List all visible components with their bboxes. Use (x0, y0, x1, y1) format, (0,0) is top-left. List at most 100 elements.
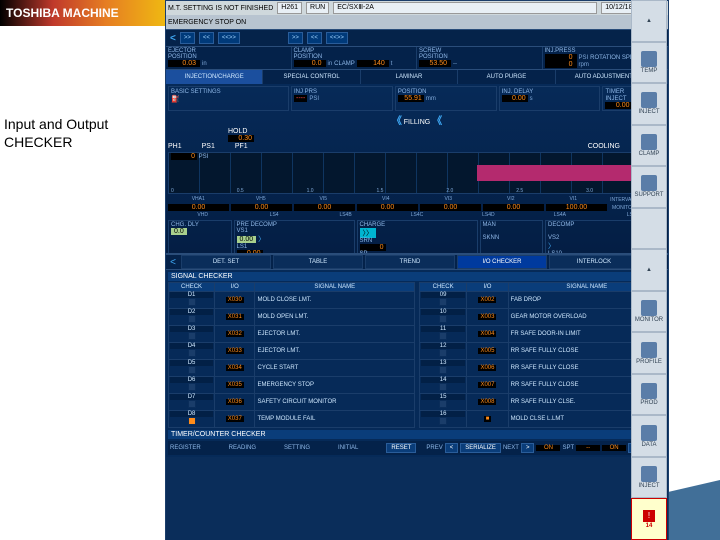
status-msg: M.T. SETTING IS NOT FINISHED (168, 5, 273, 12)
syringe-icon (641, 92, 657, 108)
io-checker-panel: SIGNAL CHECKER CHECKI/OSIGNAL NAME D1X03… (166, 270, 668, 457)
rsb-up[interactable]: ▲ (631, 0, 667, 42)
subtab-trend[interactable]: TREND (365, 255, 455, 269)
io-row[interactable]: D1X030MOLD CLOSE LMT. (169, 292, 415, 309)
io-row[interactable]: 10X003GEAR MOTOR OVERLOAD (420, 309, 666, 326)
tab-injection[interactable]: INJECTION/CHARGE (166, 70, 263, 84)
rsb-alarm[interactable]: !14 (631, 498, 667, 540)
nav-b6[interactable]: <<>> (326, 32, 348, 44)
subtab-prev[interactable]: < (166, 257, 180, 268)
chg-dly[interactable]: 0.0 (171, 228, 187, 235)
tab-laminar[interactable]: LAMINAR (361, 70, 458, 84)
wrench-icon (641, 175, 657, 191)
io-row[interactable]: D2X031MOLD OPEN LMT. (169, 309, 415, 326)
io-row[interactable]: 16■MOLD CLSE L.LMT (420, 411, 666, 428)
inj-delay-val[interactable]: 0.00 (502, 95, 528, 102)
nav-b4[interactable]: >> (288, 32, 303, 44)
inject-timer[interactable]: 0.00 (605, 102, 631, 109)
nav-row: < >> << <<>> >> << <<>> > (166, 29, 668, 47)
arrow-left2-icon: 《 (432, 116, 442, 127)
io-row[interactable]: D5X034CYCLE START (169, 360, 415, 377)
led-icon (188, 400, 196, 408)
led-icon (188, 366, 196, 374)
tc-prev-button[interactable]: < (445, 443, 459, 453)
rsb-down[interactable]: ▲ (631, 249, 667, 291)
hold-val[interactable]: 0.30 (228, 135, 254, 142)
clamp-icon (641, 134, 657, 150)
io-row[interactable]: D4X033EJECTOR LMT. (169, 343, 415, 360)
led-icon (188, 332, 196, 340)
led-icon (439, 417, 447, 425)
ejector-pos: 0.03 (168, 60, 200, 67)
database-icon (641, 425, 657, 441)
prod-icon (641, 383, 657, 399)
rsb-clamp[interactable]: CLAMP (631, 125, 667, 167)
tab-special[interactable]: SPECIAL CONTROL (263, 70, 360, 84)
tab-autopurge[interactable]: AUTO PURGE (458, 70, 555, 84)
nav-b3[interactable]: <<>> (218, 32, 240, 44)
led-icon (439, 315, 447, 323)
brand-banner: TOSHIBA MACHINE (0, 0, 177, 26)
led-icon (188, 298, 196, 306)
tc-spt[interactable]: -- (576, 445, 600, 451)
subtab-detset[interactable]: DET. SET (181, 255, 271, 269)
led-icon (188, 417, 196, 425)
rsb-temp[interactable]: TEMP (631, 42, 667, 84)
led-icon (439, 332, 447, 340)
tc-on[interactable]: ON (536, 445, 560, 451)
led-icon (439, 298, 447, 306)
io-title: SIGNAL CHECKER (168, 272, 666, 281)
rsb-monitor[interactable]: MONITOR (631, 291, 667, 333)
status-ctrl: EC/SXⅢ-2A (333, 2, 597, 14)
rot-spd: 0 (545, 61, 577, 68)
status-hsel[interactable]: H261 (277, 2, 302, 14)
subtab-iochecker[interactable]: I/O CHECKER (457, 255, 547, 269)
profile-icon (641, 342, 657, 358)
syringe-icon (641, 466, 657, 482)
led-icon (188, 349, 196, 357)
io-table-left: CHECKI/OSIGNAL NAME D1X030MOLD CLOSE LMT… (168, 282, 415, 428)
tc-row: REGISTER READING SETTING INITIAL RESET P… (168, 441, 666, 455)
nav-b5[interactable]: << (307, 32, 322, 44)
led-icon (188, 383, 196, 391)
subtab-table[interactable]: TABLE (273, 255, 363, 269)
clamp-pos: 0.0 (294, 60, 326, 67)
rsb-data[interactable]: DATA (631, 415, 667, 457)
io-row[interactable]: 11X004FR SAFE DOOR-IN LIMIT (420, 326, 666, 343)
slide-caption: Input and OutputCHECKER (4, 115, 108, 151)
led-icon (439, 349, 447, 357)
screw-pos: 53.50 (419, 60, 451, 67)
rsb-inject[interactable]: INJECT (631, 83, 667, 125)
rsb-support[interactable]: SUPPORT (631, 166, 667, 208)
io-table-right: CHECKI/OSIGNAL NAME 09X002FAB DROP10X003… (419, 282, 666, 428)
main-tabs: INJECTION/CHARGE SPECIAL CONTROL LAMINAR… (166, 70, 668, 84)
status-bar-2: EMERGENCY STOP ON V70 (166, 15, 668, 29)
io-row[interactable]: D6X035EMERGENCY STOP (169, 377, 415, 394)
readout-row: EJECTORPOSITION0.03in CLAMPPOSITION0.0in… (166, 47, 668, 70)
nav-b2[interactable]: << (199, 32, 214, 44)
hmi-panel: M.T. SETTING IS NOT FINISHED H261 RUN EC… (165, 0, 669, 540)
rsb-prod[interactable]: PROD (631, 374, 667, 416)
tc-reset-button[interactable]: RESET (386, 443, 416, 453)
io-row[interactable]: 09X002FAB DROP (420, 292, 666, 309)
oil-icon: ⛽ (171, 96, 180, 103)
io-row[interactable]: D7X036SAFETY CIRCUIT MONITOR (169, 394, 415, 411)
tc-serialize-button[interactable]: SERIALIZE (460, 443, 501, 453)
monitor-icon (641, 300, 657, 316)
nav-b1[interactable]: >> (180, 32, 195, 44)
io-row[interactable]: 13X006RR SAFE FULLY CLOSE (420, 360, 666, 377)
subtab-interlock[interactable]: INTERLOCK (549, 255, 639, 269)
inj-press: 0 (545, 54, 577, 61)
io-row[interactable]: 14X007RR SAFE FULLY CLOSE (420, 377, 666, 394)
tc-on2[interactable]: ON (602, 445, 626, 451)
status-bar: M.T. SETTING IS NOT FINISHED H261 RUN EC… (166, 1, 668, 15)
io-row[interactable]: 15X008RR SAFE FULLY CLSE. (420, 394, 666, 411)
io-row[interactable]: 12X005RR SAFE FULLY CLOSE (420, 343, 666, 360)
io-row[interactable]: D3X032EJECTOR LMT. (169, 326, 415, 343)
rsb-profile[interactable]: PROFILE (631, 332, 667, 374)
nav-prev[interactable]: < (170, 33, 176, 44)
io-row[interactable]: D8X037TEMP MODULE FAIL (169, 411, 415, 428)
tc-next-button[interactable]: > (521, 443, 535, 453)
led-icon (439, 400, 447, 408)
rsb-inject2[interactable]: INJECT (631, 457, 667, 499)
